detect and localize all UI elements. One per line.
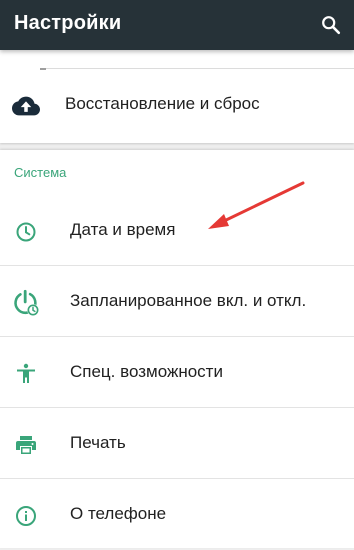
search-icon — [322, 16, 341, 35]
divider — [0, 265, 354, 266]
settings-item-label: Запланированное вкл. и откл. — [70, 291, 307, 310]
settings-item-about-phone[interactable]: О телефоне — [0, 480, 354, 550]
settings-item-label: Печать — [70, 433, 126, 452]
divider — [0, 336, 354, 337]
backup-icon-wrap — [12, 92, 40, 120]
clock-icon — [16, 222, 36, 242]
page-title: Настройки — [14, 12, 122, 34]
scheduled-power-icon-wrap — [12, 289, 40, 317]
section-header-system: Система — [14, 165, 67, 180]
accessibility-icon-wrap — [12, 360, 40, 388]
settings-item-printing[interactable]: Печать — [0, 409, 354, 479]
about-phone-icon-wrap — [12, 502, 40, 530]
power-schedule-icon — [14, 289, 39, 316]
settings-item-accessibility[interactable]: Спец. возможности — [0, 338, 354, 408]
settings-item-date-time[interactable]: Дата и время — [0, 196, 354, 266]
cloud-upload-icon — [12, 96, 40, 116]
info-icon — [16, 506, 36, 526]
print-icon — [16, 436, 36, 454]
date-time-icon-wrap — [12, 218, 40, 246]
search-button[interactable] — [318, 12, 344, 38]
divider — [0, 478, 354, 479]
settings-item-backup-reset[interactable]: Восстановление и сброс — [0, 70, 354, 140]
divider — [0, 407, 354, 408]
divider — [46, 68, 354, 69]
settings-item-label: Спец. возможности — [70, 362, 223, 381]
settings-item-label: О телефоне — [70, 504, 167, 523]
backup-card: Восстановление и сброс — [0, 50, 354, 143]
settings-item-label: Дата и время — [70, 220, 176, 239]
print-icon-wrap — [12, 431, 40, 459]
app-bar: Настройки — [0, 0, 354, 50]
settings-item-label: Восстановление и сброс — [65, 94, 260, 113]
settings-item-scheduled-power[interactable]: Запланированное вкл. и откл. — [0, 267, 354, 337]
accessibility-icon — [17, 363, 35, 383]
